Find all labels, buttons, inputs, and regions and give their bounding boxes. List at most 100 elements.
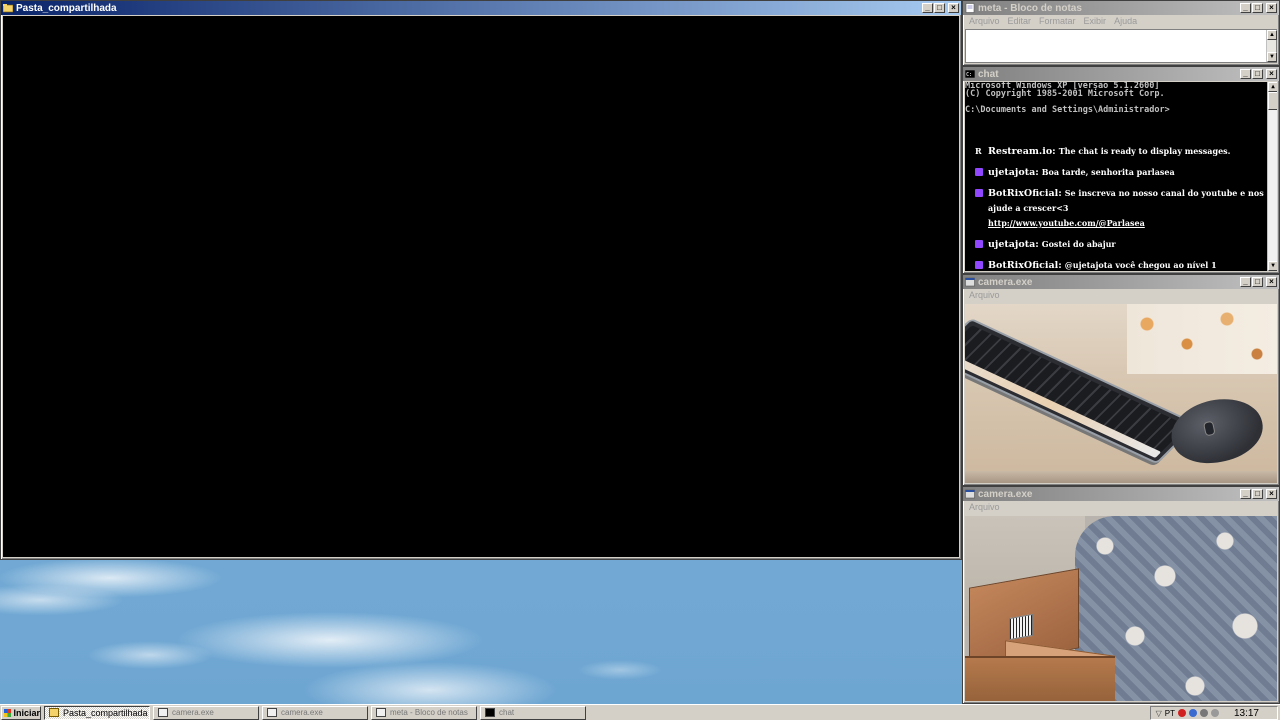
window-pasta-compartilhada[interactable]: Pasta_compartilhada _ □ × — [0, 0, 962, 560]
scroll-up-arrow-icon[interactable]: ▲ — [1267, 30, 1277, 40]
notepad-icon — [965, 3, 975, 13]
curtain-image — [1127, 304, 1277, 374]
language-indicator[interactable]: PT — [1165, 709, 1175, 718]
start-label: Iniciar — [13, 707, 40, 718]
chat-text: Gostei do abajur — [1041, 239, 1116, 249]
window-title: chat — [978, 68, 999, 80]
close-button[interactable]: × — [1266, 277, 1277, 287]
app-icon — [267, 708, 277, 717]
network-icon[interactable] — [1188, 709, 1197, 717]
task-label: camera.exe — [281, 708, 323, 717]
task-notepad[interactable]: meta - Bloco de notas — [371, 705, 477, 720]
taskbar: Iniciar Pasta_compartilhada camera.exe c… — [0, 704, 1280, 720]
window-title: camera.exe — [978, 488, 1033, 500]
title-bar[interactable]: camera.exe _ □ × — [963, 487, 1279, 501]
cardboard-box-image — [965, 656, 1115, 701]
chat-text: Boa tarde, senhorita parlasea — [1041, 167, 1175, 177]
task-label: chat — [499, 708, 515, 717]
scroll-thumb[interactable] — [1268, 92, 1277, 110]
menu-file[interactable]: Arquivo — [969, 502, 1000, 513]
vertical-scrollbar[interactable]: ▲ ▼ — [1267, 82, 1277, 271]
scroll-up-arrow-icon[interactable]: ▲ — [1268, 82, 1277, 92]
clock: 13:17 — [1233, 707, 1259, 719]
chat-message: R Restream.io: The chat is ready to displ… — [975, 144, 1265, 159]
notepad-icon — [376, 708, 386, 717]
maximize-button[interactable]: □ — [1252, 3, 1263, 13]
mouse-image — [1165, 391, 1269, 471]
chat-username: Restream.io: — [988, 146, 1056, 157]
minimize-button[interactable]: _ — [1240, 489, 1251, 499]
console-output[interactable]: Microsoft Windows XP [versão 5.1.2600] (… — [965, 82, 1277, 271]
task-camera-2[interactable]: camera.exe — [262, 705, 368, 720]
maximize-button[interactable]: □ — [1252, 489, 1263, 499]
antivirus-icon[interactable] — [1177, 709, 1186, 717]
menu-edit[interactable]: Editar — [1008, 16, 1032, 27]
task-label: meta - Bloco de notas — [390, 708, 468, 717]
minimize-button[interactable]: _ — [1240, 3, 1251, 13]
title-bar[interactable]: Pasta_compartilhada _ □ × — [1, 1, 961, 15]
title-bar[interactable]: meta - Bloco de notas _ □ × — [963, 1, 1279, 15]
menu-format[interactable]: Formatar — [1039, 16, 1076, 27]
menu-bar: Arquivo — [963, 501, 1279, 514]
task-label: Pasta_compartilhada — [63, 707, 148, 718]
twitch-icon — [975, 240, 983, 248]
app-icon — [965, 277, 975, 287]
cmd-icon: C: — [964, 69, 976, 79]
chat-message: BotRixOficial: @ujetajota você chegou ao … — [975, 258, 1265, 271]
desk-edge-image — [965, 471, 1277, 483]
close-button[interactable]: × — [1266, 3, 1277, 13]
maximize-button[interactable]: □ — [1252, 277, 1263, 287]
minimize-button[interactable]: _ — [1240, 69, 1251, 79]
task-pasta-compartilhada[interactable]: Pasta_compartilhada — [44, 705, 150, 720]
maximize-button[interactable]: □ — [1252, 69, 1263, 79]
cmd-icon — [485, 708, 495, 717]
camera-feed-keyboard — [965, 304, 1277, 483]
close-button[interactable]: × — [1266, 69, 1277, 79]
chat-username: ujetajota: — [988, 167, 1039, 178]
maximize-button[interactable]: □ — [934, 3, 945, 13]
window-title: Pasta_compartilhada — [16, 2, 117, 14]
app-icon — [965, 489, 975, 499]
minimize-button[interactable]: _ — [1240, 277, 1251, 287]
restream-icon: R — [975, 146, 982, 156]
windows-logo-icon — [4, 708, 12, 717]
box-label-image — [1009, 613, 1033, 641]
menu-view[interactable]: Exibir — [1084, 16, 1107, 27]
window-notepad[interactable]: meta - Bloco de notas _ □ × Arquivo Edit… — [962, 0, 1280, 66]
menu-file[interactable]: Arquivo — [969, 290, 1000, 301]
twitch-icon — [975, 168, 983, 176]
window-title: camera.exe — [978, 276, 1033, 288]
chat-username: BotRixOficial: — [988, 188, 1062, 199]
console-prompt: C:\Documents and Settings\Administrador> — [965, 105, 1170, 115]
title-bar[interactable]: C: chat _ □ × — [963, 67, 1279, 81]
start-button[interactable]: Iniciar — [1, 705, 41, 720]
close-button[interactable]: × — [948, 3, 959, 13]
window-camera-1[interactable]: camera.exe _ □ × Arquivo — [962, 274, 1280, 486]
title-bar[interactable]: camera.exe _ □ × — [963, 275, 1279, 289]
vertical-scrollbar[interactable]: ▲ ▼ — [1266, 30, 1277, 62]
chat-username: BotRixOficial: — [988, 260, 1062, 271]
window-chat-console[interactable]: C: chat _ □ × Microsoft Windows XP [vers… — [962, 66, 1280, 274]
volume-icon[interactable] — [1199, 709, 1208, 717]
task-list: Pasta_compartilhada camera.exe camera.ex… — [44, 705, 586, 720]
chat-link[interactable]: http://www.youtube.com/@Parlasea — [988, 216, 1265, 231]
menu-help[interactable]: Ajuda — [1114, 16, 1137, 27]
tray-expand-icon[interactable]: ▽ — [1156, 709, 1162, 718]
close-button[interactable]: × — [1266, 489, 1277, 499]
task-label: camera.exe — [172, 708, 214, 717]
update-icon[interactable] — [1210, 709, 1219, 717]
scroll-down-arrow-icon[interactable]: ▼ — [1267, 52, 1277, 62]
menu-file[interactable]: Arquivo — [969, 16, 1000, 27]
scroll-down-arrow-icon[interactable]: ▼ — [1268, 261, 1277, 271]
minimize-button[interactable]: _ — [922, 3, 933, 13]
chat-text: The chat is ready to display messages. — [1058, 146, 1231, 156]
svg-text:C:: C: — [966, 72, 972, 78]
task-chat[interactable]: chat — [480, 705, 586, 720]
notepad-text-area[interactable]: ▲ ▼ — [965, 29, 1277, 63]
shared-folder-content[interactable] — [3, 16, 959, 557]
chat-message: BotRixOficial: Se inscreva no nosso canal… — [975, 186, 1265, 231]
chat-text: @ujetajota você chegou ao nível 1 — [1064, 260, 1217, 270]
task-camera-1[interactable]: camera.exe — [153, 705, 259, 720]
window-camera-2[interactable]: camera.exe _ □ × Arquivo — [962, 486, 1280, 704]
chat-message: ujetajota: Boa tarde, senhorita parlasea — [975, 165, 1265, 180]
